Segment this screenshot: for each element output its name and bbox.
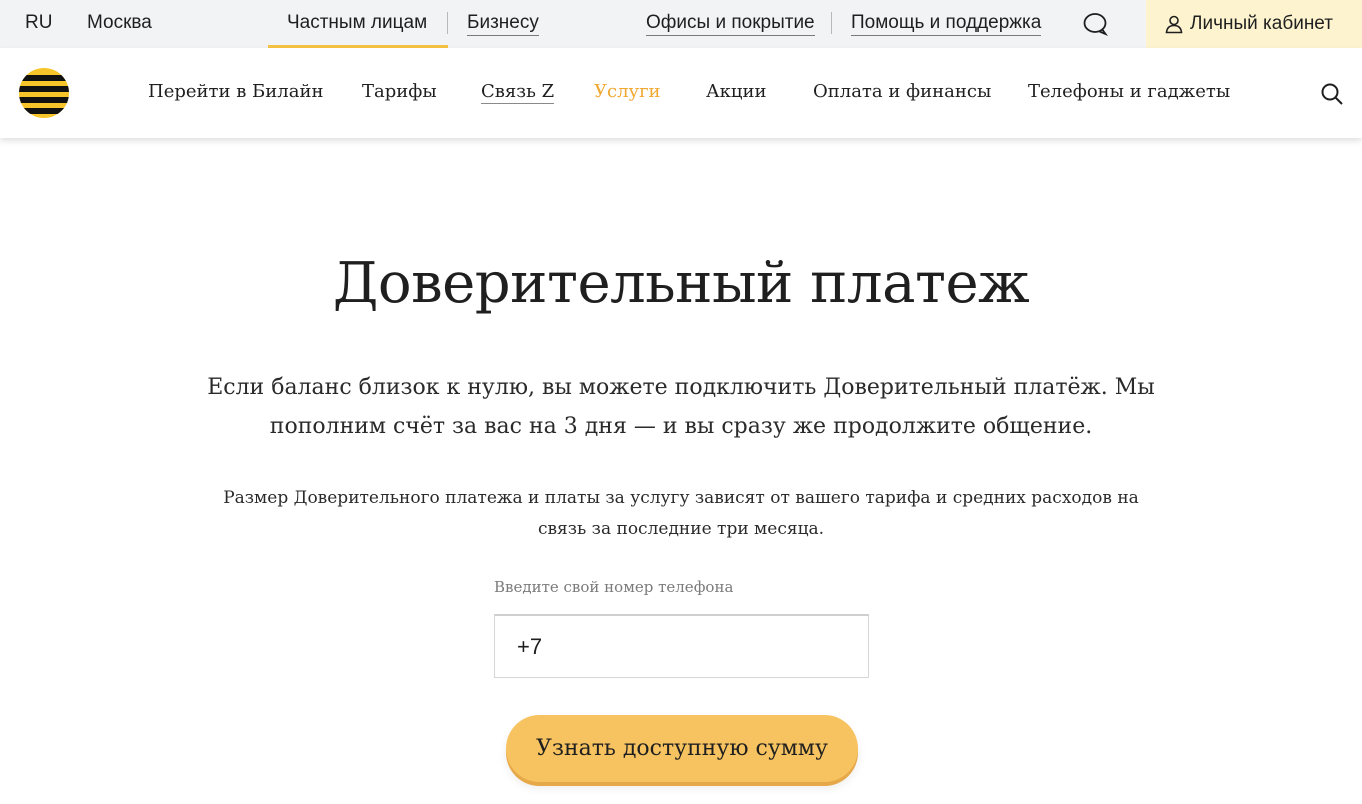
top-utility-bar: RU Москва Частным лицам Бизнесу Офисы и … <box>0 0 1362 48</box>
help-link[interactable]: Помощь и поддержка <box>851 12 1042 36</box>
chat-bubble-icon[interactable] <box>1080 10 1110 38</box>
search-icon[interactable] <box>1318 80 1346 108</box>
offices-link[interactable]: Офисы и покрытие <box>646 12 815 36</box>
nav-item-go-to-beeline[interactable]: Перейти в Билайн <box>148 81 323 103</box>
user-icon <box>1164 14 1184 34</box>
tab-business[interactable]: Бизнесу <box>467 12 539 36</box>
beeline-logo-icon[interactable] <box>18 67 70 119</box>
nav-item-promotions[interactable]: Акции <box>706 81 766 103</box>
note-paragraph: Размер Доверительного платежа и платы за… <box>223 488 1139 539</box>
phone-field-label: Введите свой номер телефона <box>494 578 734 596</box>
check-amount-button[interactable]: Узнать доступную сумму <box>506 715 858 782</box>
page-title: Доверительный платеж <box>332 251 1030 316</box>
separator <box>831 12 832 34</box>
main-navigation: Перейти в Билайн Тарифы Связь Z Услуги А… <box>0 48 1362 138</box>
personal-cabinet-button[interactable]: Личный кабинет <box>1146 0 1362 48</box>
lead-paragraph: Если баланс близок к нулю, вы можете под… <box>207 375 1155 439</box>
separator <box>447 12 448 34</box>
city-selector[interactable]: Москва <box>87 12 152 34</box>
nav-item-tariffs[interactable]: Тарифы <box>362 81 437 103</box>
nav-item-phones-gadgets[interactable]: Телефоны и гаджеты <box>1028 81 1230 103</box>
tab-private-clients[interactable]: Частным лицам <box>287 12 427 34</box>
nav-item-services[interactable]: Услуги <box>594 81 661 103</box>
nav-item-svyaz-z[interactable]: Связь Z <box>481 81 555 104</box>
cabinet-label: Личный кабинет <box>1190 13 1333 34</box>
phone-input[interactable] <box>494 614 869 678</box>
nav-item-payment-finance[interactable]: Оплата и финансы <box>813 81 991 103</box>
language-switch[interactable]: RU <box>25 12 52 34</box>
